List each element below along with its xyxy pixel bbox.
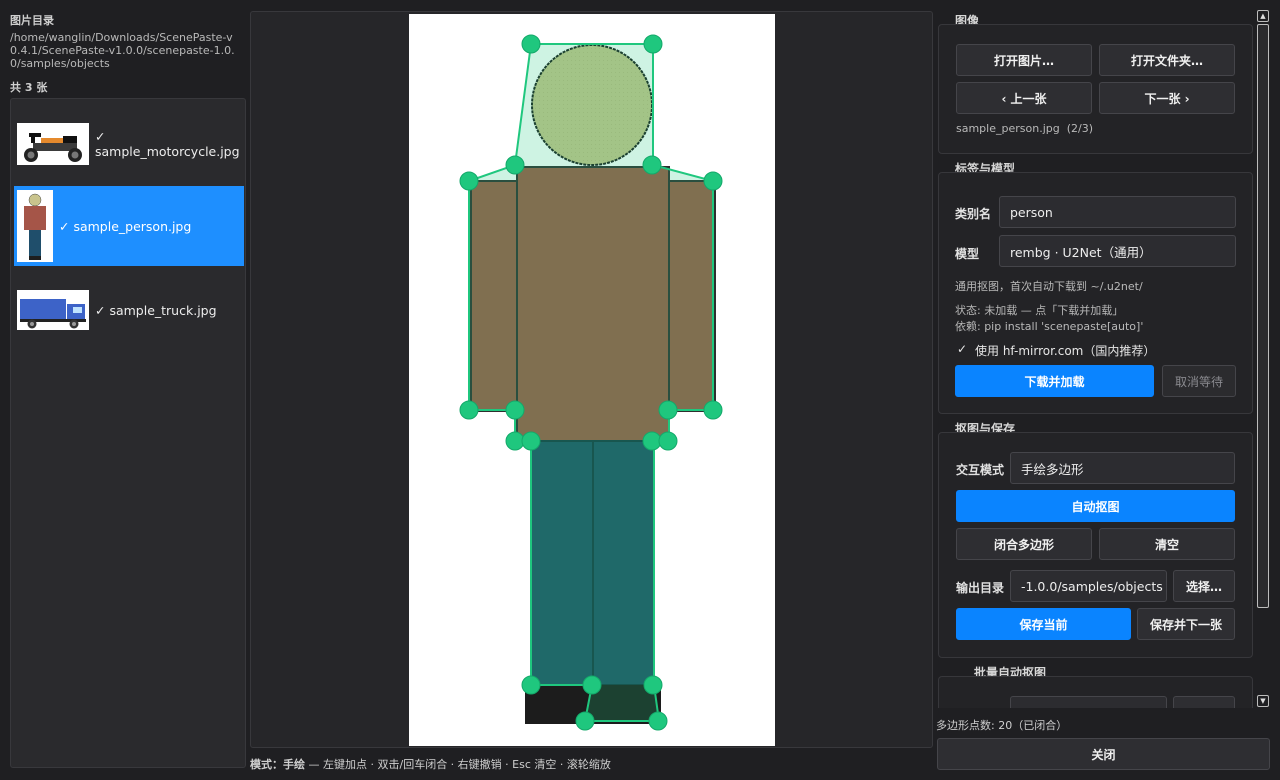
model-select[interactable]: rembg · U2Net（通用） xyxy=(999,235,1236,267)
truck-thumbnail xyxy=(17,290,89,330)
model-description: 通用抠图，首次自动下载到 ~/.u2net/ xyxy=(955,280,1143,293)
class-name-input[interactable]: person xyxy=(999,196,1236,228)
label-model-group: 类别名 person 模型 rembg · U2Net（通用） 通用抠图，首次自… xyxy=(938,172,1253,414)
scrollbar-thumb[interactable] xyxy=(1257,24,1269,608)
save-current-button[interactable]: 保存当前 xyxy=(956,608,1131,640)
motorcycle-thumbnail xyxy=(17,123,89,165)
status-hints: — 左键加点 · 双击/回车闭合 · 右键撤销 · Esc 清空 · 滚轮缩放 xyxy=(305,758,611,771)
image-group: 打开图片… 打开文件夹… ‹ 上一张 下一张 › sample_person.j… xyxy=(938,24,1253,154)
file-name: ✓ sample_truck.jpg xyxy=(95,302,217,318)
file-panel: 图片目录 /home/wanglin/Downloads/ScenePaste-… xyxy=(0,0,248,780)
open-folder-button[interactable]: 打开文件夹… xyxy=(1099,44,1235,76)
output-dir-input[interactable]: -1.0.0/samples/objects xyxy=(1010,570,1167,602)
scroll-down-icon[interactable]: ▼ xyxy=(1257,695,1269,707)
control-panel: 图像 打开图片… 打开文件夹… ‹ 上一张 下一张 › sample_perso… xyxy=(935,0,1280,780)
file-count: 共 3 张 xyxy=(10,81,48,94)
class-name-label: 类别名 xyxy=(955,207,992,221)
close-polygon-button[interactable]: 闭合多边形 xyxy=(956,528,1092,560)
panel-scrollbar[interactable]: ▲ ▼ xyxy=(1256,10,1270,708)
download-load-button[interactable]: 下载并加载 xyxy=(955,365,1154,397)
scroll-up-icon[interactable]: ▲ xyxy=(1257,10,1269,22)
current-image-info: sample_person.jpg (2/3) xyxy=(956,122,1093,135)
list-item-selected[interactable]: ✓ sample_person.jpg xyxy=(14,186,244,266)
choose-dir-button[interactable]: 选择… xyxy=(1173,570,1235,602)
clear-button[interactable]: 清空 xyxy=(1099,528,1235,560)
status-mode: 模式：手绘 xyxy=(250,758,305,771)
canvas-image[interactable] xyxy=(251,12,933,748)
interaction-mode-label: 交互模式 xyxy=(956,463,1005,477)
batch-group xyxy=(938,676,1253,708)
save-next-button[interactable]: 保存并下一张 xyxy=(1137,608,1235,640)
folder-path: /home/wanglin/Downloads/ScenePaste-v0.4.… xyxy=(10,31,235,70)
interaction-mode-select[interactable]: 手绘多边形 xyxy=(1010,452,1235,484)
mirror-checkbox[interactable]: ✓ xyxy=(957,342,967,356)
list-item[interactable]: ✓ sample_truck.jpg xyxy=(14,277,244,343)
model-label: 模型 xyxy=(955,247,980,261)
next-image-button[interactable]: 下一张 › xyxy=(1099,82,1235,114)
output-dir-label: 输出目录 xyxy=(956,581,1005,595)
auto-cut-button[interactable]: 自动抠图 xyxy=(956,490,1235,522)
file-list[interactable]: ✓ sample_motorcycle.jpg ✓ sample_person.… xyxy=(10,98,246,768)
close-button[interactable]: 关闭 xyxy=(937,738,1270,770)
file-name: ✓ sample_motorcycle.jpg xyxy=(95,129,240,159)
list-item[interactable]: ✓ sample_motorcycle.jpg xyxy=(14,111,244,177)
prev-image-button[interactable]: ‹ 上一张 xyxy=(956,82,1092,114)
mirror-checkbox-label[interactable]: 使用 hf-mirror.com（国内推荐） xyxy=(975,342,1155,359)
folder-title: 图片目录 xyxy=(10,14,54,27)
status-bar: 模式：手绘 — 左键加点 · 双击/回车闭合 · 右键撤销 · Esc 清空 ·… xyxy=(250,756,611,772)
model-state: 状态: 未加载 — 点「下载并加载」 xyxy=(955,304,1124,317)
model-deps: 依赖: pip install 'scenepaste[auto]' xyxy=(955,320,1144,333)
batch-input-partial[interactable] xyxy=(1010,696,1167,708)
polygon-point-count: 多边形点数: 20（已闭合） xyxy=(936,719,1068,732)
open-image-button[interactable]: 打开图片… xyxy=(956,44,1092,76)
cancel-wait-button[interactable]: 取消等待 xyxy=(1162,365,1236,397)
cut-save-group: 交互模式 手绘多边形 自动抠图 闭合多边形 清空 输出目录 -1.0.0/sam… xyxy=(938,432,1253,658)
batch-button-partial[interactable] xyxy=(1173,696,1235,708)
image-canvas[interactable] xyxy=(250,11,933,748)
file-name: ✓ sample_person.jpg xyxy=(59,218,192,234)
person-thumbnail xyxy=(17,190,53,262)
